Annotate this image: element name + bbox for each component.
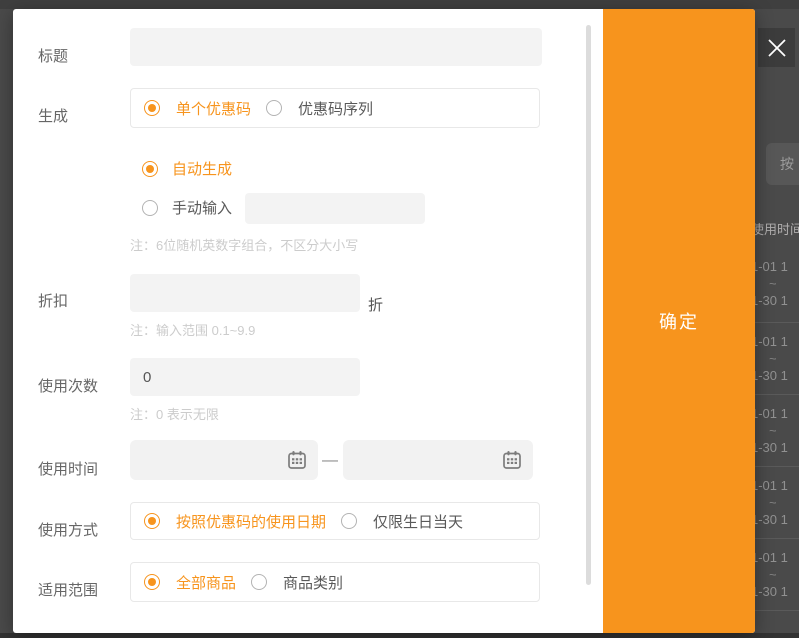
usage-method-option-group: 按照优惠码的使用日期 仅限生日当天 [130, 502, 540, 540]
radio-coupon-series[interactable] [266, 100, 282, 116]
background-table-cell-text: 1-01 1 [751, 333, 799, 350]
confirm-button[interactable]: 确定 [603, 9, 755, 633]
discount-note: 注：输入范围 0.1~9.9 [130, 320, 255, 339]
discount-suffix: 折 [368, 294, 383, 315]
background-table-header: 使用时间 [751, 219, 799, 238]
background-table-cell-text: 1-01 1 [751, 405, 799, 422]
radio-product-category-label[interactable]: 商品类别 [283, 572, 343, 593]
radio-auto-generate-label[interactable]: 自动生成 [172, 161, 232, 178]
usage-count-note: 注：0 表示无限 [130, 404, 219, 423]
backdrop-bottom-strip [0, 633, 799, 638]
background-table-cell-text: 1-30 1 [751, 292, 799, 309]
radio-single-coupon-label[interactable]: 单个优惠码 [176, 98, 251, 119]
close-icon [766, 37, 788, 59]
usage-time-end-input[interactable] [343, 440, 533, 480]
backdrop-top-strip [0, 0, 799, 9]
background-table-cell-text: 1-01 1 [751, 477, 799, 494]
radio-all-products[interactable] [144, 574, 160, 590]
radio-by-coupon-date-label[interactable]: 按照优惠码的使用日期 [176, 511, 326, 532]
background-filter-button[interactable]: 按 [766, 143, 799, 185]
background-table-row: 1-01 1~1-30 1 [751, 539, 799, 611]
discount-input[interactable] [130, 274, 360, 312]
scope-label: 适用范围 [38, 582, 98, 599]
generate-option-group: 单个优惠码 优惠码序列 [130, 88, 540, 128]
background-table-cell-text: ~ [751, 494, 799, 511]
radio-by-coupon-date[interactable] [144, 513, 160, 529]
usage-time-label: 使用时间 [38, 461, 98, 478]
radio-manual-input-label[interactable]: 手动输入 [172, 200, 232, 217]
background-table-cell-text: ~ [751, 422, 799, 439]
radio-product-category[interactable] [251, 574, 267, 590]
background-table-cell-text: 1-30 1 [751, 583, 799, 600]
background-table-cell-text: ~ [751, 566, 799, 583]
calendar-icon [287, 450, 307, 470]
generate-note: 注：6位随机英数字组合，不区分大小写 [130, 235, 358, 254]
coupon-modal: 标题 生成 单个优惠码 优惠码序列 自动生成 手动输入 注：6位随机英数字组合，… [13, 9, 755, 633]
radio-auto-generate[interactable] [142, 161, 158, 177]
title-input[interactable] [130, 28, 542, 66]
radio-single-coupon[interactable] [144, 100, 160, 116]
background-table-cell-text: ~ [751, 275, 799, 292]
usage-count-label: 使用次数 [38, 378, 98, 395]
radio-all-products-label[interactable]: 全部商品 [176, 572, 236, 593]
background-table-row: 1-01 1~1-30 1 [751, 467, 799, 539]
background-table-cell-text: 1-30 1 [751, 439, 799, 456]
scope-option-group: 全部商品 商品类别 [130, 562, 540, 602]
background-filter-button-label: 按 [780, 154, 794, 174]
generate-label: 生成 [38, 108, 68, 125]
usage-time-separator: — [322, 452, 338, 470]
background-table-rows: 1-01 1~1-30 11-01 1~1-30 11-01 1~1-30 11… [751, 245, 799, 611]
calendar-icon [502, 450, 522, 470]
radio-birthday-only[interactable] [341, 513, 357, 529]
background-table-row: 1-01 1~1-30 1 [751, 323, 799, 395]
close-button[interactable] [758, 28, 795, 67]
background-table-cell-text: 1-30 1 [751, 367, 799, 384]
radio-manual-input[interactable] [142, 200, 158, 216]
background-table-cell-text: ~ [751, 350, 799, 367]
manual-code-input[interactable] [245, 193, 425, 224]
usage-method-label: 使用方式 [38, 522, 98, 539]
usage-count-input[interactable] [130, 358, 360, 396]
radio-birthday-only-label[interactable]: 仅限生日当天 [373, 511, 463, 532]
modal-scrollbar[interactable] [586, 25, 591, 585]
confirm-button-label: 确定 [659, 308, 699, 334]
background-table-row: 1-01 1~1-30 1 [751, 245, 799, 323]
background-table-cell-text: 1-01 1 [751, 258, 799, 275]
discount-label: 折扣 [38, 293, 68, 310]
usage-time-start-input[interactable] [130, 440, 318, 480]
background-table-cell-text: 1-30 1 [751, 511, 799, 528]
radio-coupon-series-label[interactable]: 优惠码序列 [298, 98, 373, 119]
background-table-cell-text: 1-01 1 [751, 549, 799, 566]
background-table-row: 1-01 1~1-30 1 [751, 395, 799, 467]
title-label: 标题 [38, 48, 68, 65]
